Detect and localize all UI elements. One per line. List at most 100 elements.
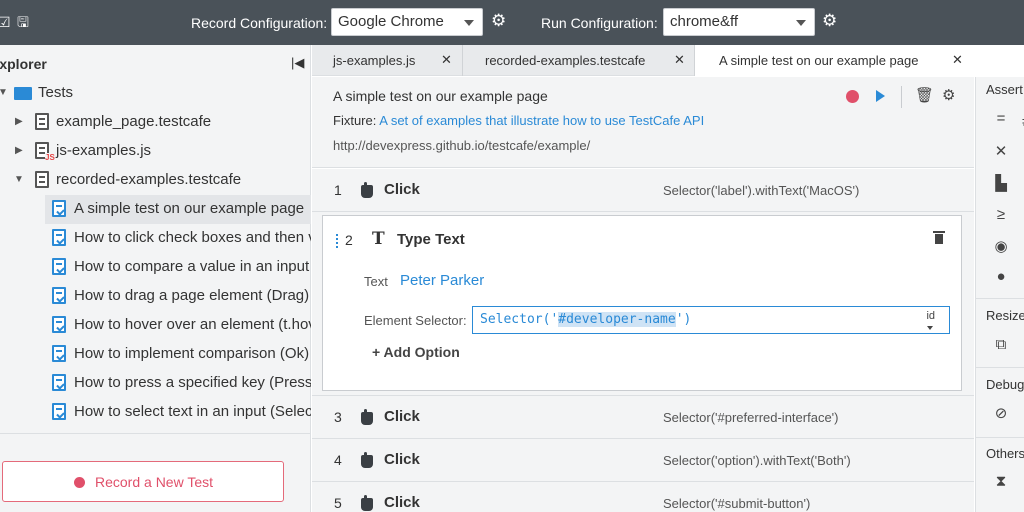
record-new-test-button[interactable]: Record a New Test <box>2 461 284 502</box>
tree-item-label: How to press a specified key (Press Key) <box>74 374 311 391</box>
tree-item-test[interactable]: How to hover over an element (t.hover) <box>45 311 311 340</box>
tab-simple-test[interactable]: A simple test on our example page ✕ <box>695 45 974 77</box>
divider <box>0 433 311 434</box>
gear-icon[interactable]: ⚙ <box>942 86 955 104</box>
equals-icon[interactable]: = <box>992 110 1010 127</box>
chevron-down-icon <box>464 20 474 26</box>
close-icon[interactable]: ✕ <box>441 52 452 68</box>
record-button-label: Record a New Test <box>95 474 214 490</box>
collapse-panel-icon[interactable]: |◀ <box>291 55 304 71</box>
tree-item-test[interactable]: How to select text in an input (Select T… <box>45 398 311 427</box>
tree-item-test[interactable]: How to drag a page element (Drag) <box>45 282 311 311</box>
chevron-down-icon: ▼ <box>0 87 8 98</box>
tree-item-label: recorded-examples.testcafe <box>56 171 242 188</box>
step-name: Click <box>384 451 420 468</box>
selector-type[interactable]: id <box>926 310 935 322</box>
save-icon[interactable]: 🖫 <box>17 14 33 30</box>
run-config-label: Run Configuration: <box>541 15 658 31</box>
step-row[interactable]: 3 Click Selector('#preferred-interface') <box>312 396 974 439</box>
resize-window-icon[interactable]: ⧉ <box>992 336 1010 353</box>
tree-item-test[interactable]: How to press a specified key (Press Key) <box>45 369 311 398</box>
tree-item-label: A simple test on our example page <box>74 200 305 217</box>
match-icon[interactable]: ◉ <box>992 237 1010 255</box>
tree-item-label: How to drag a page element (Drag) <box>74 287 310 304</box>
chevron-down-icon: ▼ <box>14 174 24 185</box>
tree-item-test-selected[interactable]: A simple test on our example page <box>45 195 311 224</box>
tab-recorded-examples[interactable]: recorded-examples.testcafe ✕ <box>463 45 695 76</box>
tree-item-label: How to click check boxes and then verify… <box>74 229 311 246</box>
step-row-expanded[interactable]: 2 T Type Text Text Peter Parker Element … <box>322 215 962 391</box>
run-config-value: chrome&ff <box>670 13 739 30</box>
play-icon[interactable] <box>876 90 885 102</box>
toggle-icon[interactable]: ● <box>992 268 1010 285</box>
tree-item-label: Tests <box>38 84 74 101</box>
test-header: A simple test on our example page Fixtur… <box>312 77 974 168</box>
step-selector: Selector('#preferred-interface') <box>663 410 839 425</box>
text-field-label: Text <box>364 274 388 289</box>
folder-icon <box>14 87 32 100</box>
close-icon[interactable]: ✕ <box>674 52 685 68</box>
test-icon <box>52 316 66 333</box>
close-icon[interactable]: ✕ <box>952 52 963 68</box>
delete-test-icon[interactable]: 🗑 <box>915 86 934 104</box>
tree-item-label: How to select text in an input (Select T… <box>74 403 311 420</box>
chevron-down-icon <box>796 20 806 26</box>
file-icon <box>35 171 49 188</box>
tree-item-js-examples[interactable]: ▶ JS js-examples.js <box>0 137 311 166</box>
tree-item-example-page[interactable]: ▶ example_page.testcafe <box>0 108 311 137</box>
checkbox-icon[interactable]: ☑ <box>0 14 14 30</box>
chevron-down-icon <box>927 326 933 330</box>
step-row[interactable]: 5 Click Selector('#submit-button') <box>312 482 974 512</box>
click-icon <box>361 182 373 198</box>
divider <box>976 437 1024 438</box>
record-icon[interactable] <box>846 90 859 103</box>
step-selector: Selector('option').withText('Both') <box>663 453 851 468</box>
record-config-value: Google Chrome <box>338 13 444 30</box>
tree-item-tests-folder[interactable]: ▼ Tests <box>0 79 311 108</box>
element-selector-input[interactable]: Selector('#developer-name') id <box>472 306 950 334</box>
greater-or-equal-icon[interactable]: ≥ <box>992 206 1010 223</box>
file-icon <box>35 113 49 130</box>
run-config-select[interactable]: chrome&ff <box>663 8 815 36</box>
test-icon <box>52 200 66 217</box>
divider <box>976 298 1024 299</box>
run-config-gear-icon[interactable]: ⚙ <box>822 12 840 30</box>
drag-handle-icon[interactable] <box>336 234 338 248</box>
step-row[interactable]: 4 Click Selector('option').withText('Bot… <box>312 439 974 482</box>
add-option-button[interactable]: + Add Option <box>372 344 460 360</box>
fixture-label: Fixture: <box>333 113 377 128</box>
test-title: A simple test on our example page <box>333 88 548 104</box>
tree-item-label: js-examples.js <box>56 142 152 159</box>
tree-item-test[interactable]: How to compare a value in an input field <box>45 253 311 282</box>
hourglass-icon[interactable]: ⧗ <box>992 473 1010 490</box>
test-icon <box>52 258 66 275</box>
not-equal-icon[interactable]: ✕ <box>992 142 1010 160</box>
debug-icon[interactable]: ⊘ <box>992 404 1010 422</box>
step-number: 5 <box>334 495 342 511</box>
divider <box>901 86 902 108</box>
tree-item-test[interactable]: How to implement comparison (Ok) <box>45 340 311 369</box>
record-config-select[interactable]: Google Chrome <box>331 8 483 36</box>
step-number: 1 <box>334 182 342 198</box>
record-config-label: Record Configuration: <box>191 15 328 31</box>
tree-item-label: How to compare a value in an input field <box>74 258 311 275</box>
step-name: Click <box>384 494 420 511</box>
fixture-link[interactable]: A set of examples that illustrate how to… <box>379 113 704 128</box>
contains-icon[interactable]: ▙ <box>992 174 1010 192</box>
step-number: 4 <box>334 452 342 468</box>
text-field-value[interactable]: Peter Parker <box>400 272 484 289</box>
divider <box>976 367 1024 368</box>
tree-item-test[interactable]: How to click check boxes and then verify… <box>45 224 311 253</box>
record-config-gear-icon[interactable]: ⚙ <box>491 12 509 30</box>
tab-js-examples[interactable]: js-examples.js ✕ <box>312 45 463 76</box>
selector-highlight: #developer-name <box>558 312 676 327</box>
selector-field-label: Element Selector: <box>364 313 467 328</box>
test-icon <box>52 345 66 362</box>
trash-icon[interactable] <box>933 231 945 244</box>
debug-heading: Debug <box>986 377 1024 392</box>
test-icon <box>52 403 66 420</box>
step-row[interactable]: 1 Click Selector('label').withText('MacO… <box>312 169 974 212</box>
test-icon <box>52 287 66 304</box>
record-icon <box>74 477 85 488</box>
tree-item-recorded-examples[interactable]: ▼ recorded-examples.testcafe <box>0 166 311 195</box>
